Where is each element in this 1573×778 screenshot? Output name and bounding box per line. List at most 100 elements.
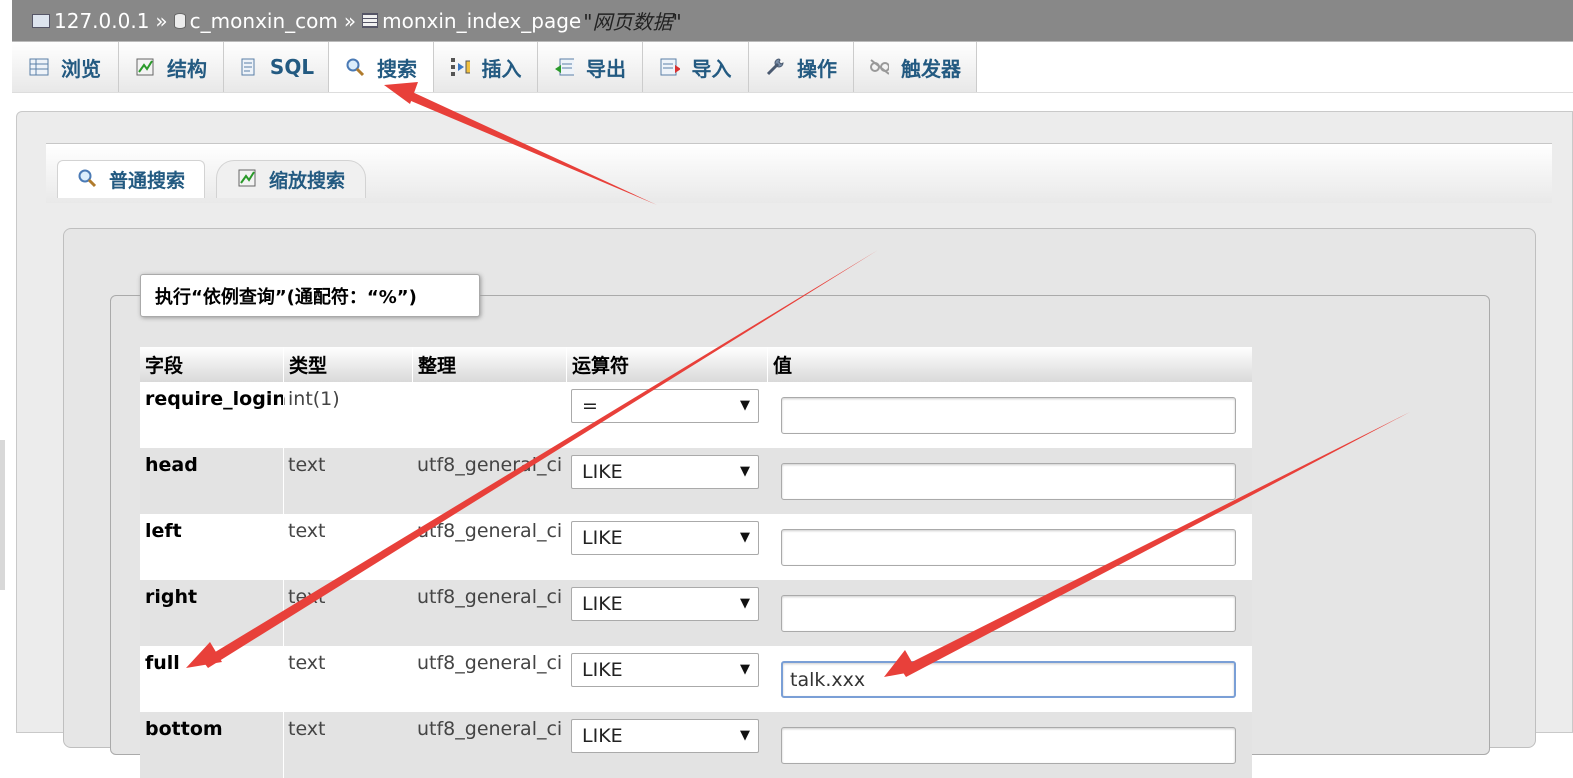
operator-value: LIKE [582, 527, 623, 549]
trigger-icon [869, 57, 889, 77]
column-header-operator[interactable]: 运算符 [566, 347, 767, 382]
subtab-zoom-search[interactable]: 缩放搜索 [216, 160, 366, 198]
operator-select[interactable]: LIKE ▼ [571, 455, 759, 489]
dropdown-arrow-icon: ▼ [740, 398, 750, 413]
sql-icon [238, 57, 258, 77]
import-icon [660, 57, 680, 77]
table-row: head text utf8_general_ci LIKE ▼ [140, 448, 1252, 514]
tab-label: 导出 [586, 56, 626, 81]
tab-triggers[interactable]: 触发器 [854, 42, 977, 92]
breadcrumb: 127.0.0.1 » c_monxin_com » monxin_index_… [12, 0, 1573, 41]
breadcrumb-separator: » [343, 8, 357, 33]
dropdown-arrow-icon: ▼ [740, 662, 750, 677]
table-row: bottom text utf8_general_ci LIKE ▼ [140, 712, 1252, 778]
operator-select[interactable]: = ▼ [571, 389, 759, 423]
field-type: text [288, 652, 326, 674]
operator-value: LIKE [582, 725, 623, 747]
operator-value: LIKE [582, 593, 623, 615]
dropdown-arrow-icon: ▼ [740, 464, 750, 479]
value-input[interactable]: talk.xxx [781, 661, 1236, 698]
field-collation [412, 382, 566, 448]
search-icon [77, 168, 97, 192]
operator-select[interactable]: LIKE ▼ [571, 587, 759, 621]
column-header-type[interactable]: 类型 [283, 347, 412, 382]
insert-icon [450, 57, 470, 77]
dropdown-arrow-icon: ▼ [740, 728, 750, 743]
breadcrumb-separator: » [155, 8, 168, 33]
field-type: text [288, 520, 326, 542]
field-collation: utf8_general_ci [417, 454, 563, 476]
value-input[interactable] [781, 463, 1236, 500]
field-type: text [288, 586, 326, 608]
subtab-normal-search[interactable]: 普通搜索 [57, 160, 205, 198]
tab-export[interactable]: 导出 [538, 42, 643, 92]
field-collation: utf8_general_ci [417, 718, 563, 740]
zoom-chart-icon [237, 168, 257, 192]
operator-select[interactable]: LIKE ▼ [571, 521, 759, 555]
field-type: text [288, 454, 326, 476]
operator-select[interactable]: LIKE ▼ [571, 653, 759, 687]
subtab-label: 缩放搜索 [268, 170, 345, 192]
breadcrumb-table[interactable]: monxin_index_page [382, 9, 581, 33]
dropdown-arrow-icon: ▼ [740, 596, 750, 611]
tab-label: 导入 [691, 56, 732, 81]
tab-label: 结构 [167, 56, 207, 81]
tab-label: 插入 [481, 56, 522, 81]
field-type: text [288, 718, 326, 740]
server-icon [32, 13, 50, 28]
breadcrumb-server[interactable]: 127.0.0.1 [54, 9, 149, 33]
tab-structure[interactable]: 结构 [119, 42, 224, 92]
search-table: 字段 类型 整理 运算符 值 require_login int(1) = ▼ h… [140, 347, 1252, 778]
table-row: left text utf8_general_ci LIKE ▼ [140, 514, 1252, 580]
operator-value: LIKE [582, 659, 623, 681]
tab-label: SQL [269, 55, 315, 79]
scroll-marker [0, 440, 5, 590]
field-collation: utf8_general_ci [417, 652, 563, 674]
field-name: head [145, 454, 198, 476]
field-collation: utf8_general_ci [417, 586, 563, 608]
wrench-icon [765, 57, 785, 77]
tab-import[interactable]: 导入 [643, 42, 749, 92]
tab-browse[interactable]: 浏览 [12, 42, 119, 92]
tab-label: 触发器 [901, 56, 961, 81]
tab-insert[interactable]: 插入 [434, 42, 538, 92]
table-row: require_login int(1) = ▼ [140, 382, 1252, 448]
structure-icon [135, 57, 155, 77]
browse-icon [29, 57, 49, 77]
tab-operations[interactable]: 操作 [749, 42, 854, 92]
export-icon [554, 57, 574, 77]
table-header: 字段 类型 整理 运算符 值 [140, 347, 1252, 382]
fieldset-legend: 执行“依例查询”(通配符：“%”) [140, 274, 480, 317]
database-icon [173, 12, 186, 29]
value-input[interactable] [781, 397, 1236, 434]
breadcrumb-table-comment: "网页数据" [583, 10, 682, 34]
dropdown-arrow-icon: ▼ [740, 530, 750, 545]
column-header-field[interactable]: 字段 [140, 347, 283, 382]
field-name: right [145, 586, 198, 608]
search-icon [345, 57, 365, 77]
tab-sql[interactable]: SQL [224, 42, 329, 92]
column-header-collation[interactable]: 整理 [412, 347, 566, 382]
value-input[interactable] [781, 595, 1236, 632]
breadcrumb-database[interactable]: c_monxin_com [190, 9, 338, 33]
field-name: bottom [145, 718, 223, 740]
value-input[interactable] [781, 529, 1236, 566]
table-icon [362, 13, 379, 28]
tab-search[interactable]: 搜索 [329, 42, 434, 92]
operator-select[interactable]: LIKE ▼ [571, 719, 759, 753]
table-row: right text utf8_general_ci LIKE ▼ [140, 580, 1252, 646]
left-edge [0, 0, 12, 733]
subtab-label: 普通搜索 [108, 170, 185, 192]
tab-bar: 浏览 结构 SQL 搜索 插入 导出 导入 操作 触发器 [12, 41, 1573, 93]
operator-value: LIKE [582, 461, 623, 483]
field-name: left [145, 520, 182, 542]
field-name: full [145, 652, 180, 674]
table-row: full text utf8_general_ci LIKE ▼ talk.xxx [140, 646, 1252, 712]
tab-label: 浏览 [61, 56, 101, 81]
column-header-value[interactable]: 值 [767, 347, 1252, 382]
field-type: int(1) [288, 388, 340, 410]
tab-label: 操作 [797, 56, 837, 81]
field-name: require_login [145, 388, 286, 410]
tab-label: 搜索 [377, 56, 417, 81]
field-collation: utf8_general_ci [417, 520, 563, 542]
